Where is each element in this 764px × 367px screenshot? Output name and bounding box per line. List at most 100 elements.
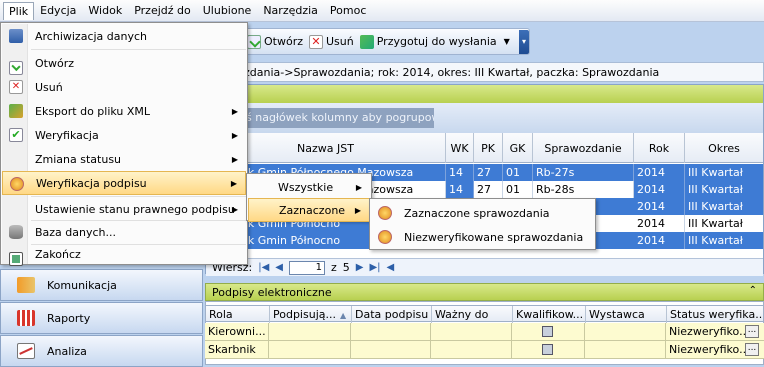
next-page-icon[interactable]: ▶ xyxy=(356,262,364,273)
menu-item-label: Usuń xyxy=(35,80,63,94)
menu-item-stan-prawny[interactable]: Ustawienie stanu prawnego podpisu ▶ xyxy=(2,197,246,221)
signatures-panel-header[interactable]: Podpisy elektroniczne ⌃ xyxy=(205,283,764,301)
submenu-arrow-icon: ▶ xyxy=(231,154,238,164)
database-icon xyxy=(9,225,23,239)
submenu-item-label: Zaznaczone xyxy=(279,203,346,217)
cell-kwalifikowany xyxy=(512,323,585,340)
cell-wystawca xyxy=(585,323,666,340)
menu-pomoc[interactable]: Pomoc xyxy=(324,1,372,20)
cell-gk: 01 xyxy=(503,181,533,198)
menu-item-eksport-xml[interactable]: Eksport do pliku XML ▶ xyxy=(2,99,246,123)
open-icon xyxy=(9,61,23,75)
reports-icon xyxy=(17,310,35,326)
last-page-icon[interactable]: ▶| xyxy=(369,262,380,273)
collapse-icon[interactable]: ⌃ xyxy=(749,285,757,296)
scroll-left-icon[interactable]: ◀ xyxy=(387,262,395,273)
grid-pager: Wiersz: |◀ ◀ 1 z 5 ▶ ▶| ◀ xyxy=(206,258,763,276)
signature-row[interactable]: Kierowni... Niezweryfiko...... xyxy=(205,323,764,341)
toolbar: Otwórz ✕ Usuń Przygotuj do wysłania ▼ ▾ xyxy=(238,28,530,55)
prev-page-icon[interactable]: ◀ xyxy=(275,262,283,273)
analysis-icon xyxy=(17,343,35,359)
prepare-send-button[interactable]: Przygotuj do wysłania ▼ xyxy=(359,34,510,49)
col-pk[interactable]: PK xyxy=(474,133,503,163)
first-page-icon[interactable]: |◀ xyxy=(258,262,269,273)
col-sprawozdanie[interactable]: Sprawozdanie xyxy=(533,133,634,163)
col-gk[interactable]: GK xyxy=(503,133,533,163)
col-podpisujacy[interactable]: Podpisują... ▲ xyxy=(270,306,352,323)
cell-status: Niezweryfiko...... xyxy=(666,341,762,358)
col-data-podpisu[interactable]: Data podpisu xyxy=(352,306,432,323)
sort-asc-icon: ▲ xyxy=(339,311,347,320)
more-button[interactable]: ... xyxy=(745,325,759,338)
chevron-down-icon[interactable]: ▼ xyxy=(504,37,510,46)
menu-item-usun[interactable]: ✕ Usuń xyxy=(2,75,246,99)
cell-okres: III Kwartał xyxy=(688,200,743,213)
cell-data-podpisu xyxy=(351,341,431,358)
menu-item-otworz[interactable]: Otwórz xyxy=(2,51,246,75)
col-wazny-do[interactable]: Ważny do xyxy=(432,306,513,323)
submenu-item-zaznaczone[interactable]: Zaznaczone ▶ xyxy=(248,198,370,222)
group-by-hint[interactable]: ś nagłówek kolumny aby pogrupować xyxy=(240,108,434,128)
nav-raporty[interactable]: Raporty xyxy=(0,302,203,334)
submenu-item-wszystkie[interactable]: Wszystkie ▶ xyxy=(248,175,370,199)
menu-item-zmiana-statusu[interactable]: Zmiana statusu ▶ xyxy=(2,147,246,171)
menu-item-zakoncz[interactable]: Zakończ xyxy=(2,242,246,266)
col-rola[interactable]: Rola xyxy=(206,306,270,323)
menu-widok[interactable]: Widok xyxy=(82,1,128,20)
submenu-arrow-icon: ▶ xyxy=(355,182,362,192)
page-number-input[interactable]: 1 xyxy=(288,260,325,275)
cell-rok: 2014 xyxy=(634,232,685,249)
submenu-arrow-icon: ▶ xyxy=(231,106,238,116)
signature-row[interactable]: Skarbnik Niezweryfiko...... xyxy=(205,341,764,359)
toolbar-overflow-button[interactable]: ▾ xyxy=(519,29,529,54)
submenu-item-niezweryfikowane[interactable]: Niezweryfikowane sprawozdania xyxy=(371,225,594,249)
col-wk[interactable]: WK xyxy=(446,133,474,163)
delete-button[interactable]: ✕ Usuń xyxy=(309,34,354,49)
cell-status: Niezweryfiko...... xyxy=(666,323,762,340)
menu-bar: Plik Edycja Widok Przejdź do Ulubione Na… xyxy=(0,0,764,22)
col-kwalifikowany[interactable]: Kwalifikow... xyxy=(513,306,586,323)
menu-item-baza-danych[interactable]: Baza danych... xyxy=(2,220,246,244)
nav-analiza[interactable]: Analiza xyxy=(0,335,203,367)
submenu-item-label: Niezweryfikowane sprawozdania xyxy=(404,230,584,244)
file-menu: Archiwizacja danych Otwórz ✕ Usuń Ekspor… xyxy=(0,22,248,266)
menu-separator xyxy=(31,49,246,50)
qualified-checkbox[interactable] xyxy=(542,326,553,337)
breadcrumb: zdania->Sprawozdania; rok: 2014, okres: … xyxy=(238,62,764,82)
menu-edycja[interactable]: Edycja xyxy=(34,1,82,20)
col-wystawca[interactable]: Wystawca xyxy=(586,306,667,323)
open-button-label: Otwórz xyxy=(264,35,303,48)
delete-icon: ✕ xyxy=(9,80,23,94)
submenu-arrow-icon: ▶ xyxy=(231,130,238,140)
menu-item-weryfikacja-podpisu[interactable]: Weryfikacja podpisu ▶ xyxy=(2,171,246,195)
selected-submenu: Zaznaczone sprawozdania Niezweryfikowane… xyxy=(369,198,596,250)
archive-icon xyxy=(9,29,23,43)
menu-item-label: Zmiana statusu xyxy=(35,152,122,166)
exit-icon xyxy=(9,252,23,266)
more-button[interactable]: ... xyxy=(745,343,759,356)
qualified-checkbox[interactable] xyxy=(542,344,553,355)
open-button[interactable]: Otwórz xyxy=(247,34,303,49)
menu-narzedzia[interactable]: Narzędzia xyxy=(257,1,324,20)
status-text: Niezweryfiko... xyxy=(669,325,750,338)
cell-podpisujacy xyxy=(269,323,351,340)
menu-przejdz-do[interactable]: Przejdź do xyxy=(128,1,197,20)
nav-komunikacja[interactable]: Komunikacja xyxy=(0,269,203,301)
menu-ulubione[interactable]: Ulubione xyxy=(197,1,258,20)
menu-item-weryfikacja[interactable]: ✔ Weryfikacja ▶ xyxy=(2,123,246,147)
col-podpisujacy-label: Podpisują... xyxy=(273,308,336,321)
col-rok[interactable]: Rok xyxy=(634,133,685,163)
menu-item-label: Otwórz xyxy=(35,56,74,70)
menu-plik[interactable]: Plik xyxy=(3,1,35,20)
submenu-item-label: Wszystkie xyxy=(278,180,334,194)
grid-column-headers: Nazwa JST WK PK GK Sprawozdanie Rok Okre… xyxy=(206,133,763,163)
submenu-item-zaznaczone-sprawozdania[interactable]: Zaznaczone sprawozdania xyxy=(371,201,594,225)
menu-item-label: Zakończ xyxy=(35,247,81,261)
menu-item-archiwizacja[interactable]: Archiwizacja danych xyxy=(2,24,246,48)
cell-pk: 27 xyxy=(474,181,503,198)
col-status-weryfikacji[interactable]: Status weryfika... xyxy=(667,306,763,323)
col-okres[interactable]: Okres xyxy=(685,133,763,163)
cell-data-podpisu xyxy=(351,323,431,340)
nav-komunikacja-label: Komunikacja xyxy=(47,278,117,292)
signature-icon xyxy=(10,177,24,191)
